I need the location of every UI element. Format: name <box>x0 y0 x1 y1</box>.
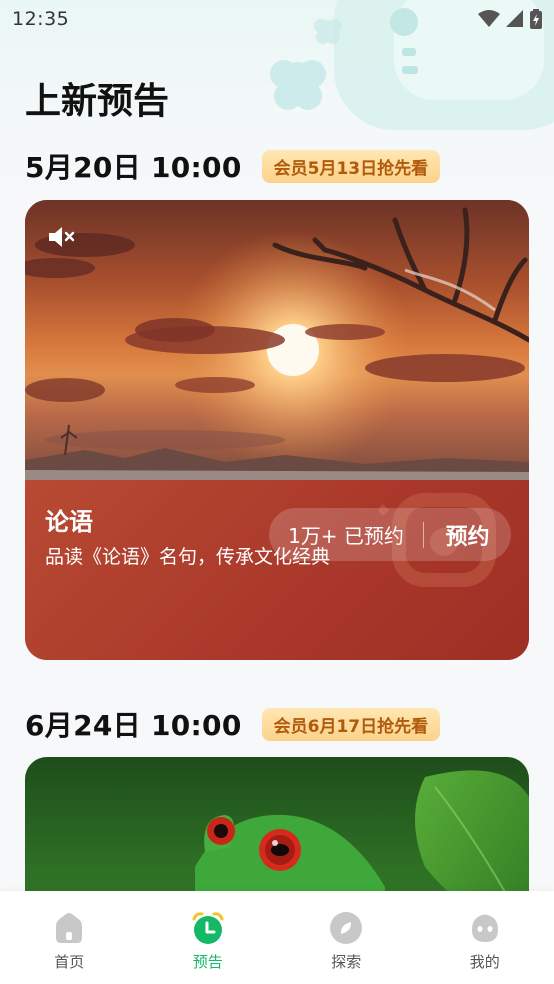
vip-early-access-badge: 会员6月17日抢先看 <box>261 707 441 741</box>
nav-item-explore[interactable]: 探索 <box>277 891 415 984</box>
bar-decoration <box>402 66 418 74</box>
sunset-scene <box>25 207 529 482</box>
video-preview[interactable] <box>25 200 529 482</box>
cellular-signal-icon <box>506 10 523 27</box>
battery-icon <box>530 9 542 29</box>
release-date: 5月20日 10:00 <box>25 151 242 184</box>
bottom-navigation: 首页 预告 探索 我的 <box>0 891 554 984</box>
release-card[interactable]: 论语 品读《论语》名句，传承文化经典 1万+ 已预约 预约 <box>25 200 529 660</box>
release-title: 论语 <box>45 508 93 536</box>
nav-item-home[interactable]: 首页 <box>0 891 138 984</box>
page-title: 上新预告 <box>25 81 170 122</box>
status-icons <box>478 9 542 29</box>
release-date-row: 6月24日 10:00 会员6月17日抢先看 <box>25 704 441 744</box>
nav-label: 我的 <box>469 953 500 971</box>
bar-decoration <box>402 48 416 56</box>
nav-item-preview[interactable]: 预告 <box>139 891 277 984</box>
wifi-icon <box>478 10 500 27</box>
compass-icon <box>330 912 363 944</box>
alarm-clock-icon <box>192 912 224 944</box>
flower-decoration <box>278 62 318 102</box>
nav-item-profile[interactable]: 我的 <box>416 891 554 984</box>
vip-early-access-badge: 会员5月13日抢先看 <box>261 149 441 183</box>
status-time: 12:35 <box>12 8 70 30</box>
nav-label: 探索 <box>331 953 362 971</box>
reserve-pill: 1万+ 已预约 预约 <box>269 508 511 561</box>
release-date-row: 5月20日 10:00 会员5月13日抢先看 <box>25 146 441 186</box>
mute-button[interactable] <box>47 224 77 250</box>
nav-label: 首页 <box>54 953 85 971</box>
home-icon <box>56 913 83 943</box>
reservation-count: 1万+ 已预约 <box>288 524 404 548</box>
release-info: 论语 品读《论语》名句，传承文化经典 <box>25 480 529 660</box>
release-date: 6月24日 10:00 <box>25 709 242 742</box>
nav-label: 预告 <box>192 953 223 971</box>
profile-icon <box>471 914 498 942</box>
reserve-button[interactable]: 预约 <box>424 519 511 551</box>
volume-muted-icon <box>49 227 75 247</box>
status-bar: 12:35 <box>0 0 554 38</box>
